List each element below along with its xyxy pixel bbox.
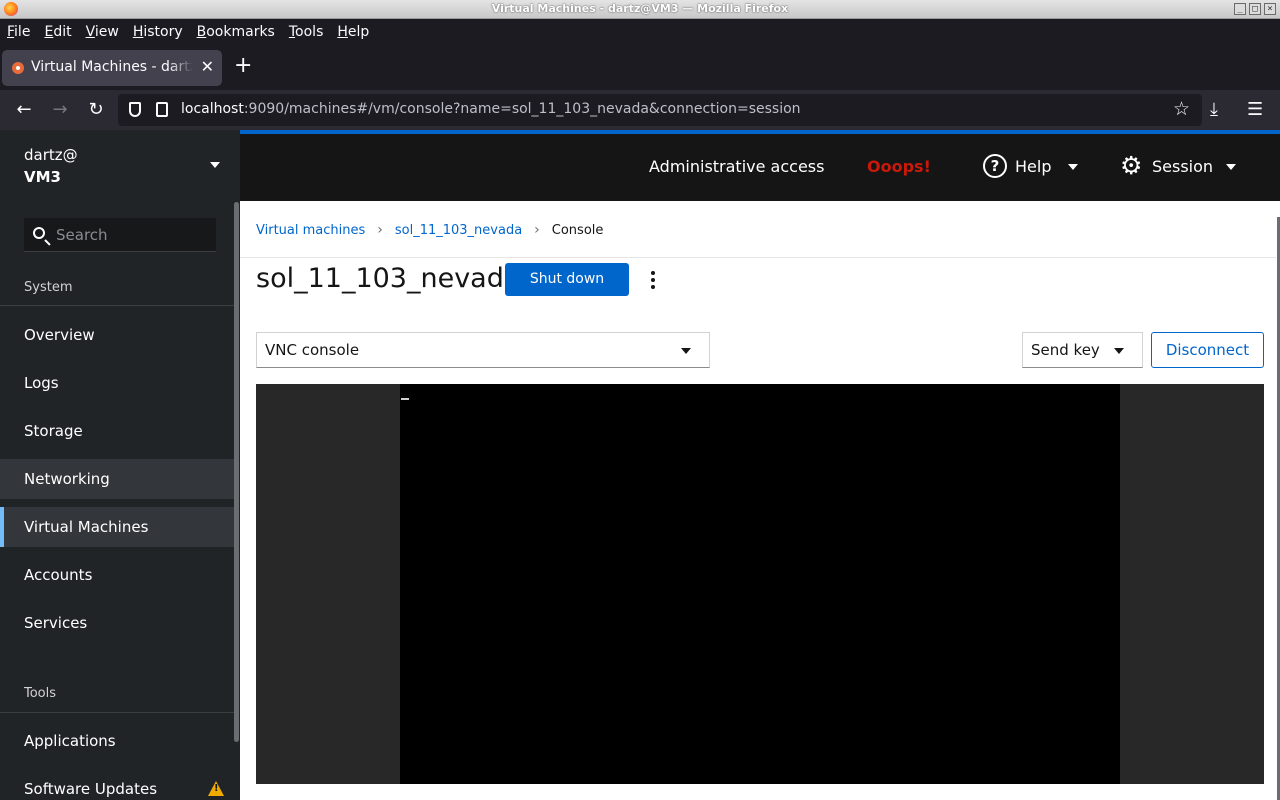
breadcrumb-current: Console: [551, 222, 604, 238]
send-key-dropdown[interactable]: Send key: [1022, 332, 1143, 368]
close-window-button[interactable]: ×: [1264, 3, 1276, 15]
star-icon[interactable]: ☆: [1173, 98, 1190, 120]
vnc-screen[interactable]: [400, 384, 1120, 784]
chevron-right-icon: ›: [377, 222, 383, 238]
disconnect-button[interactable]: Disconnect: [1151, 332, 1264, 368]
breadcrumb-virtual-machines[interactable]: Virtual machines: [256, 223, 365, 238]
send-key-label: Send key: [1031, 341, 1100, 359]
chevron-down-icon[interactable]: [1226, 164, 1236, 170]
menu-file[interactable]: File: [7, 24, 30, 40]
console-type-value: VNC console: [265, 341, 360, 359]
sidebar-item-storage[interactable]: Storage: [0, 411, 236, 451]
host-name: VM3: [24, 168, 61, 186]
close-tab-icon[interactable]: ✕: [201, 57, 214, 76]
tab-strip: Virtual Machines - dartz@VM3 ✕ +: [0, 45, 1280, 90]
sidebar: dartz@ VM3 Search System Overview Logs S…: [0, 130, 240, 800]
breadcrumb-vm[interactable]: sol_11_103_nevada: [395, 223, 522, 238]
menu-history[interactable]: History: [133, 24, 183, 40]
host-user: dartz@: [24, 146, 78, 164]
masthead: Administrative access Ooops! ? Help ⚙ Se…: [240, 134, 1280, 201]
divider: [0, 305, 236, 306]
chevron-down-icon: [681, 348, 691, 354]
host-switcher[interactable]: dartz@ VM3: [24, 146, 78, 186]
navigation-bar: ← → ↻ localhost:9090/machines#/vm/consol…: [0, 90, 1280, 130]
warning-icon: [208, 781, 224, 796]
menu-help[interactable]: Help: [337, 24, 369, 40]
shield-icon[interactable]: [129, 102, 141, 117]
help-button[interactable]: Help: [1015, 157, 1051, 176]
browser-tab[interactable]: Virtual Machines - dartz@VM3 ✕: [2, 50, 222, 86]
search-icon: [33, 227, 45, 239]
sidebar-item-logs[interactable]: Logs: [0, 363, 236, 403]
page-info-icon[interactable]: [156, 102, 168, 117]
menu-edit[interactable]: Edit: [44, 24, 71, 40]
menu-bar: File Edit View History Bookmarks Tools H…: [0, 19, 1280, 45]
menu-icon[interactable]: ☰: [1247, 99, 1263, 120]
main-content: Virtual machines › sol_11_103_nevada › C…: [240, 201, 1280, 800]
download-icon[interactable]: ⤓: [1210, 99, 1218, 120]
menu-view[interactable]: View: [86, 24, 119, 40]
help-icon[interactable]: ?: [983, 154, 1007, 178]
divider: [240, 257, 1276, 258]
breadcrumb: Virtual machines › sol_11_103_nevada › C…: [256, 222, 603, 238]
menu-bookmarks[interactable]: Bookmarks: [197, 24, 275, 40]
text-cursor: [401, 398, 409, 400]
page-title: sol_11_103_nevada: [256, 263, 521, 294]
url-text[interactable]: localhost:9090/machines#/vm/console?name…: [181, 101, 801, 117]
tab-title: Virtual Machines - dartz@VM3: [31, 59, 193, 75]
section-system: System: [24, 280, 73, 295]
session-button[interactable]: Session: [1152, 157, 1213, 176]
new-tab-button[interactable]: +: [234, 55, 252, 77]
console-type-select[interactable]: VNC console: [256, 332, 710, 368]
window-titlebar: Virtual Machines - dartz@VM3 — Mozilla F…: [0, 0, 1280, 19]
sidebar-item-label: Software Updates: [24, 780, 158, 798]
cockpit-favicon-icon: [12, 62, 24, 74]
back-button[interactable]: ←: [13, 99, 35, 121]
url-bar[interactable]: localhost:9090/machines#/vm/console?name…: [118, 94, 1202, 126]
forward-button[interactable]: →: [49, 99, 71, 121]
chevron-right-icon: ›: [534, 222, 540, 238]
oops-button[interactable]: Ooops!: [867, 157, 931, 176]
sidebar-item-virtual-machines[interactable]: Virtual Machines: [0, 507, 236, 547]
sidebar-item-software-updates[interactable]: Software Updates: [0, 769, 236, 800]
maximize-button[interactable]: □: [1249, 3, 1261, 15]
vnc-console-area[interactable]: [256, 384, 1264, 784]
sidebar-item-applications[interactable]: Applications: [0, 721, 236, 761]
sidebar-item-accounts[interactable]: Accounts: [0, 555, 236, 595]
divider: [0, 712, 236, 713]
sidebar-search-input[interactable]: Search: [24, 218, 216, 252]
reload-button[interactable]: ↻: [85, 99, 107, 121]
sidebar-item-overview[interactable]: Overview: [0, 315, 236, 355]
sidebar-scrollbar[interactable]: [234, 202, 239, 742]
window-title: Virtual Machines - dartz@VM3 — Mozilla F…: [491, 2, 789, 15]
menu-tools[interactable]: Tools: [289, 24, 324, 40]
gear-icon[interactable]: ⚙: [1120, 153, 1142, 178]
administrative-access-button[interactable]: Administrative access: [649, 157, 824, 176]
sidebar-item-networking[interactable]: Networking: [0, 459, 236, 499]
section-tools: Tools: [24, 686, 57, 701]
minimize-button[interactable]: _: [1234, 3, 1246, 15]
kebab-icon[interactable]: [648, 271, 658, 291]
sidebar-item-services[interactable]: Services: [0, 603, 236, 643]
chevron-down-icon: [1114, 348, 1124, 354]
chevron-down-icon[interactable]: [1068, 164, 1078, 170]
search-placeholder: Search: [56, 226, 108, 244]
chevron-down-icon[interactable]: [210, 162, 220, 168]
window-controls: _ □ ×: [1234, 3, 1276, 15]
shut-down-button[interactable]: Shut down: [505, 263, 629, 296]
